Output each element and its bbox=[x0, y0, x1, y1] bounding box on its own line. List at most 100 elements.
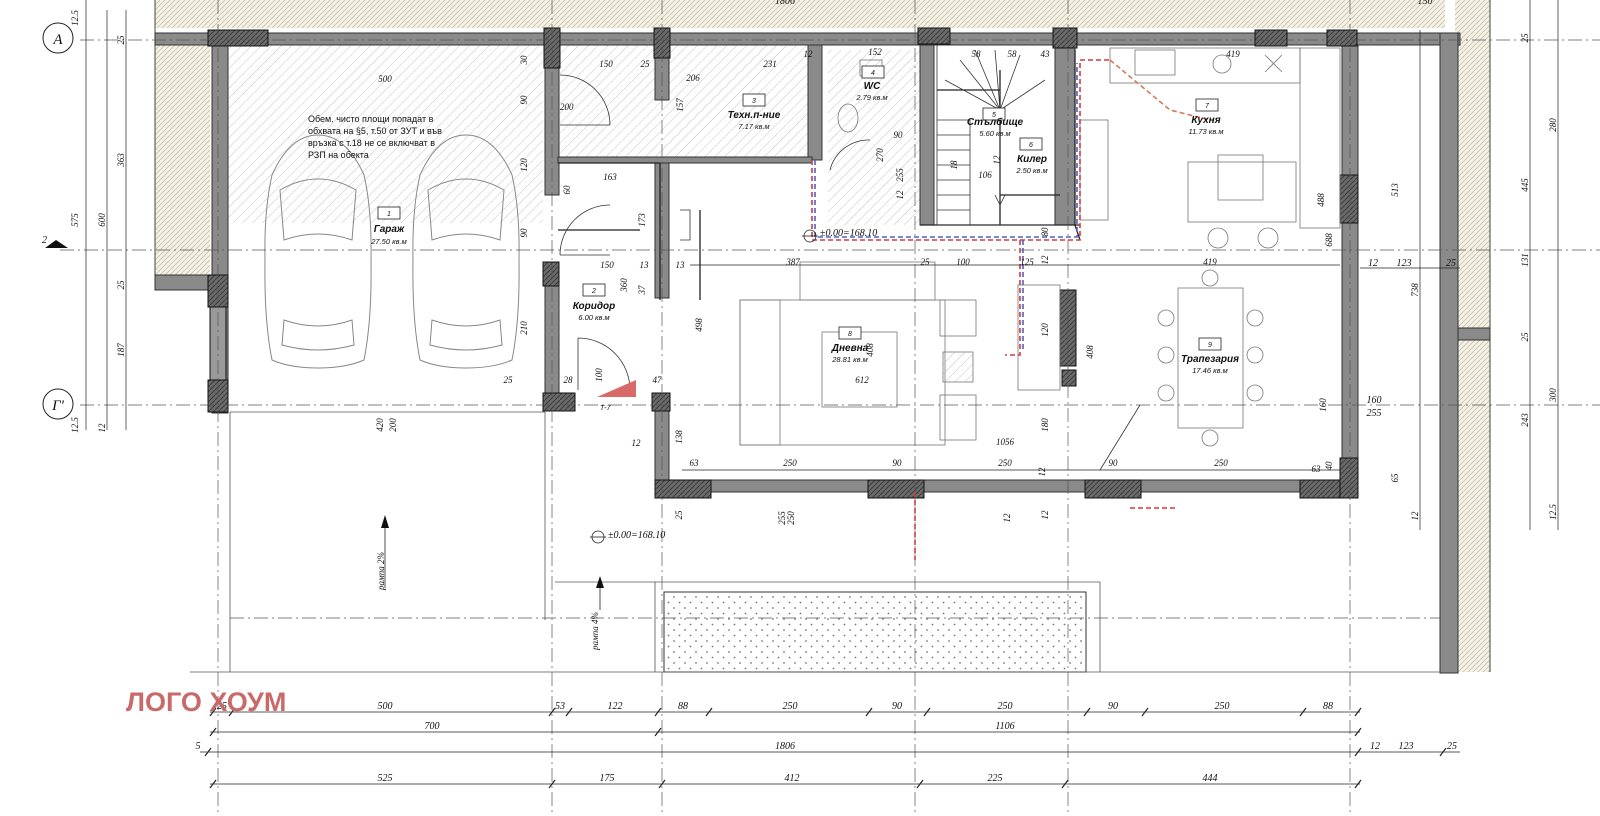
svg-text:412: 412 bbox=[785, 773, 800, 784]
svg-text:12: 12 bbox=[804, 49, 814, 59]
svg-text:150: 150 bbox=[600, 260, 614, 270]
svg-text:25: 25 bbox=[504, 375, 514, 385]
svg-text:12.5: 12.5 bbox=[1548, 504, 1558, 520]
svg-text:700: 700 bbox=[425, 721, 440, 732]
svg-text:513: 513 bbox=[1390, 183, 1400, 197]
svg-text:53: 53 bbox=[555, 701, 565, 712]
svg-text:12: 12 bbox=[1040, 510, 1050, 520]
svg-text:180: 180 bbox=[1040, 418, 1050, 432]
svg-text:100: 100 bbox=[594, 368, 604, 382]
svg-text:200: 200 bbox=[388, 418, 398, 432]
svg-text:157: 157 bbox=[675, 98, 685, 112]
svg-text:връзка с т.18 не се включват в: връзка с т.18 не се включват в bbox=[308, 138, 435, 148]
svg-text:12: 12 bbox=[1370, 741, 1380, 752]
svg-text:280: 280 bbox=[1548, 118, 1558, 132]
svg-text:250: 250 bbox=[1214, 458, 1228, 468]
level-mark-outer: ±0.00=168.10 bbox=[590, 530, 665, 544]
svg-text:500: 500 bbox=[378, 701, 393, 712]
svg-text:12: 12 bbox=[97, 423, 107, 433]
svg-text:РЗП на обекта: РЗП на обекта bbox=[308, 150, 369, 160]
svg-text:88: 88 bbox=[1323, 701, 1333, 712]
living-furniture bbox=[739, 261, 1061, 446]
svg-text:28: 28 bbox=[564, 375, 574, 385]
svg-text:8: 8 bbox=[848, 331, 852, 338]
svg-text:18: 18 bbox=[949, 160, 959, 170]
svg-text:58: 58 bbox=[1008, 49, 1018, 59]
svg-text:131: 131 bbox=[1520, 253, 1530, 267]
svg-text:363: 363 bbox=[116, 153, 126, 168]
svg-text:±0.00=168.10: ±0.00=168.10 bbox=[608, 530, 665, 541]
svg-text:65: 65 bbox=[1390, 473, 1400, 483]
svg-text:360: 360 bbox=[619, 278, 629, 293]
svg-text:Трапезария: Трапезария bbox=[1181, 354, 1239, 365]
dim-row-3: 5 1806 12 123 25 bbox=[196, 741, 1458, 752]
svg-text:100: 100 bbox=[956, 257, 970, 267]
svg-text:25: 25 bbox=[1447, 741, 1457, 752]
svg-text:12: 12 bbox=[895, 190, 905, 200]
svg-text:Обем. чисто площи попадат в: Обем. чисто площи попадат в bbox=[308, 114, 434, 124]
svg-text:25: 25 bbox=[921, 257, 931, 267]
svg-text:123: 123 bbox=[1397, 258, 1412, 269]
svg-text:250: 250 bbox=[1215, 701, 1230, 712]
svg-text:12: 12 bbox=[1002, 513, 1012, 523]
svg-text:28.81 кв.м: 28.81 кв.м bbox=[831, 355, 868, 364]
svg-text:2.79 кв.м: 2.79 кв.м bbox=[855, 93, 887, 102]
svg-text:90: 90 bbox=[1109, 458, 1119, 468]
svg-text:688: 688 bbox=[1324, 233, 1334, 247]
svg-text:1806: 1806 bbox=[775, 0, 795, 7]
section-marker: 2 bbox=[42, 235, 68, 248]
svg-text:12: 12 bbox=[992, 155, 1002, 165]
svg-text:255: 255 bbox=[895, 168, 905, 182]
window-tag: Т-7 bbox=[597, 380, 636, 412]
svg-text:±0.00=168.10: ±0.00=168.10 bbox=[820, 228, 877, 239]
svg-text:90: 90 bbox=[892, 701, 902, 712]
svg-text:43: 43 bbox=[1041, 49, 1051, 59]
svg-text:90: 90 bbox=[1108, 701, 1118, 712]
svg-text:250: 250 bbox=[998, 458, 1012, 468]
svg-text:231: 231 bbox=[763, 59, 777, 69]
svg-text:12: 12 bbox=[1037, 467, 1047, 477]
svg-text:250: 250 bbox=[998, 701, 1013, 712]
svg-text:444: 444 bbox=[1203, 773, 1218, 784]
svg-text:250: 250 bbox=[786, 511, 796, 525]
svg-text:152: 152 bbox=[868, 47, 882, 57]
dim-row-1: 25 500 53 122 88 250 90 250 90 250 88 bbox=[217, 701, 1333, 712]
svg-text:12: 12 bbox=[1040, 255, 1050, 265]
svg-text:250: 250 bbox=[783, 701, 798, 712]
svg-text:1056: 1056 bbox=[996, 437, 1015, 447]
svg-text:25: 25 bbox=[1520, 332, 1530, 342]
svg-text:210: 210 bbox=[519, 321, 529, 335]
svg-text:Дневна: Дневна bbox=[831, 343, 869, 354]
room-label-pantry: 6 Килер 2.50 кв.м bbox=[1015, 137, 1048, 175]
svg-text:498: 498 bbox=[694, 318, 704, 332]
svg-text:125: 125 bbox=[1020, 257, 1034, 267]
svg-text:12: 12 bbox=[1368, 258, 1378, 269]
svg-text:25: 25 bbox=[674, 510, 684, 520]
svg-text:300: 300 bbox=[1548, 388, 1558, 403]
svg-text:40: 40 bbox=[1324, 461, 1334, 471]
svg-text:Г': Г' bbox=[51, 398, 65, 414]
svg-text:30: 30 bbox=[519, 55, 529, 66]
svg-text:120: 120 bbox=[1040, 323, 1050, 337]
svg-text:12.5: 12.5 bbox=[70, 417, 80, 433]
svg-text:88: 88 bbox=[678, 701, 688, 712]
svg-text:обхвата на §5, т.50 от ЗУТ и: обхвата на §5, т.50 от ЗУТ и във bbox=[308, 126, 442, 136]
svg-text:270: 270 bbox=[875, 148, 885, 162]
floor-plan: A Г' 2 1 Гараж 27.50 кв.м 2 Коридор 6.00… bbox=[42, 0, 1600, 816]
svg-text:12: 12 bbox=[632, 438, 642, 448]
svg-text:150: 150 bbox=[599, 59, 613, 69]
svg-text:5: 5 bbox=[196, 741, 201, 752]
svg-text:25: 25 bbox=[116, 280, 126, 290]
svg-text:2: 2 bbox=[591, 288, 596, 295]
svg-text:9: 9 bbox=[1208, 342, 1212, 349]
svg-text:13: 13 bbox=[640, 260, 650, 270]
room-label-dining: 9 Трапезария 17.46 кв.м bbox=[1181, 337, 1239, 375]
svg-text:13: 13 bbox=[676, 260, 686, 270]
svg-text:122: 122 bbox=[608, 701, 623, 712]
room-label-stair: 5 Стълбище 5.60 кв.м bbox=[967, 107, 1024, 138]
svg-text:90: 90 bbox=[893, 458, 903, 468]
svg-text:рампа 2%: рампа 2% bbox=[376, 552, 386, 591]
dim-row-4: 525 175 412 225 444 bbox=[378, 773, 1218, 784]
svg-text:25: 25 bbox=[641, 59, 651, 69]
axis-bubble-g: Г' bbox=[42, 388, 74, 420]
